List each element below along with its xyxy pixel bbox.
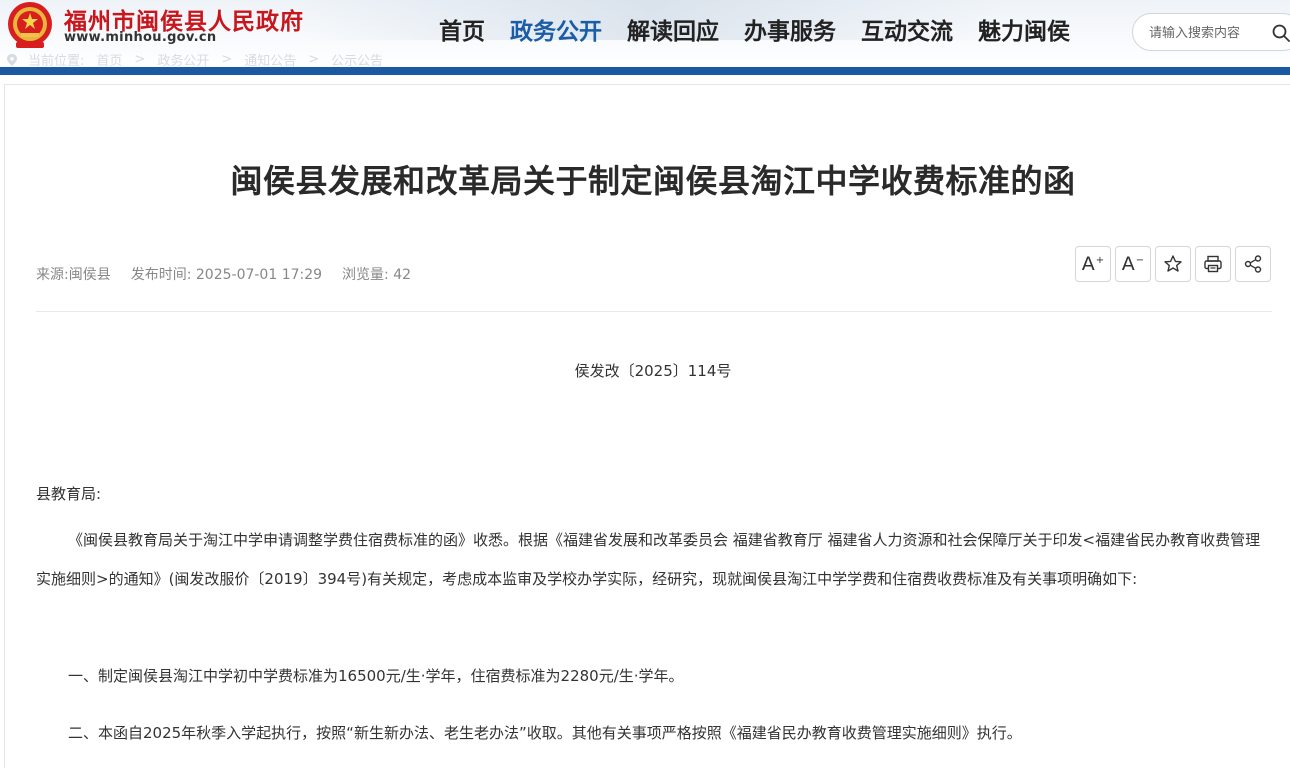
document-number: 侯发改〔2025〕114号 (574, 362, 732, 380)
article-meta: 来源:闽侯县 发布时间: 2025-07-01 17:29 浏览量: 42 (36, 264, 431, 284)
search-input[interactable] (1149, 23, 1259, 43)
share-icon (1244, 255, 1262, 273)
nav-gov-affairs[interactable]: 政务公开 (510, 16, 602, 48)
search-box (1132, 13, 1290, 51)
font-decrease-label: A (1121, 253, 1135, 275)
font-increase-button[interactable]: A + (1075, 246, 1111, 282)
share-button[interactable] (1235, 246, 1271, 282)
nav-home[interactable]: 首页 (439, 16, 485, 48)
breadcrumb: 当前位置: 首页 > 政务公开 > 通知公告 > 公示公告 (6, 50, 395, 68)
article-source: 来源:闽侯县 (36, 267, 111, 283)
font-increase-mark: + (1095, 254, 1105, 266)
national-emblem-icon[interactable] (4, 0, 56, 52)
site-url: www.minhou.gov.cn (64, 30, 217, 45)
nav-services[interactable]: 办事服务 (744, 16, 836, 48)
nav-charm-minhou[interactable]: 魅力闽侯 (978, 16, 1070, 48)
article-paragraph: 一、制定闽侯县淘江中学初中学费标准为16500元/生·学年，住宿费标准为2280… (68, 667, 684, 685)
print-button[interactable] (1195, 246, 1231, 282)
main-nav: 首页 政务公开 解读回应 办事服务 互动交流 魅力闽侯 (439, 16, 1095, 48)
font-decrease-button[interactable]: A − (1115, 246, 1151, 282)
favorite-button[interactable] (1155, 246, 1191, 282)
font-increase-label: A (1081, 253, 1095, 275)
article-paragraph: 二、本函自2025年秋季入学起执行，按照“新生新办法、老生老办法”收取。其他有关… (68, 724, 1022, 742)
addressee: 县教育局: (36, 485, 102, 503)
breadcrumb-item-announcements[interactable]: 公示公告 (331, 50, 383, 68)
nav-interaction[interactable]: 互动交流 (861, 16, 953, 48)
breadcrumb-separator: > (134, 52, 146, 67)
breadcrumb-separator: > (308, 52, 320, 67)
nav-interpretation[interactable]: 解读回应 (627, 16, 719, 48)
font-decrease-mark: − (1135, 254, 1145, 266)
breadcrumb-prefix: 当前位置: (28, 54, 85, 68)
breadcrumb-item-gov-affairs[interactable]: 政务公开 (157, 50, 209, 68)
search-icon[interactable] (1271, 23, 1290, 43)
article-tools: A + A − (1075, 246, 1275, 282)
article-publish-time: 发布时间: 2025-07-01 17:29 (130, 267, 323, 283)
breadcrumb-item-home[interactable]: 首页 (96, 50, 122, 68)
printer-icon (1204, 255, 1222, 273)
breadcrumb-separator: > (221, 52, 233, 67)
breadcrumb-item-notices[interactable]: 通知公告 (244, 50, 296, 68)
header-divider-bar (0, 67, 1290, 75)
site-header: 福州市闽侯县人民政府 www.minhou.gov.cn 首页 政务公开 解读回应办… (0, 0, 1290, 68)
location-pin-icon (7, 53, 17, 66)
star-icon (1164, 255, 1182, 272)
meta-divider (36, 311, 1272, 312)
article-title: 闽侯县发展和改革局关于制定闽侯县淘江中学收费标准的函 (230, 162, 1076, 200)
article-paragraph: 《闽侯县教育局关于淘江中学申请调整学费住宿费标准的函》收悉。根据《福建省发展和改… (36, 531, 1261, 588)
article-views: 浏览量: 42 (342, 267, 412, 283)
